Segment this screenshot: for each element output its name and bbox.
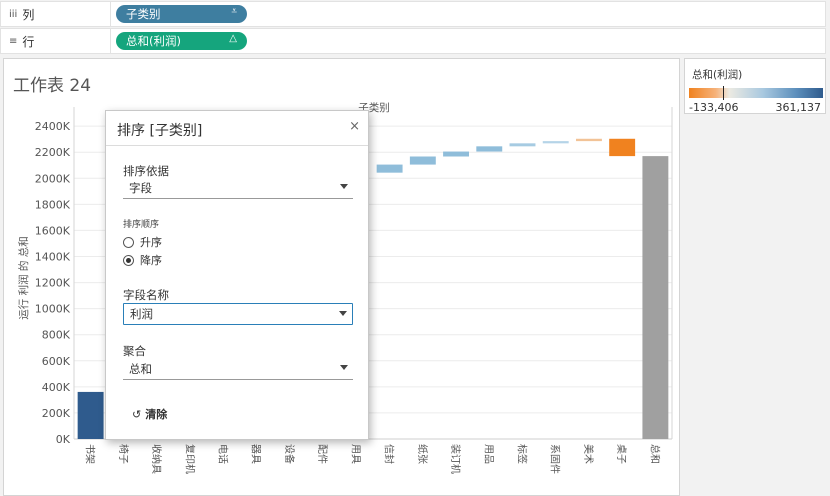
x-tick-label: 收纳具 bbox=[150, 444, 163, 474]
x-tick-label: 信封 bbox=[383, 444, 396, 464]
tableau-app: iii 列 子类别 ⩡ ≡ 行 总和(利润) △ 工作表 24 0K 200K 40… bbox=[0, 0, 830, 496]
y-tick-label: 1200K bbox=[35, 277, 71, 290]
waterfall-bar bbox=[609, 138, 636, 157]
waterfall-bar bbox=[575, 138, 602, 142]
x-tick-label: 美术 bbox=[582, 444, 595, 464]
y-tick-label: 1800K bbox=[35, 198, 71, 211]
waterfall-bar bbox=[409, 156, 436, 165]
sort-dialog: 排序 [子类别] × 排序依据 字段 排序顺序 升序 降序 字段名称 利润 聚合… bbox=[105, 110, 369, 440]
waterfall-bar bbox=[443, 151, 470, 157]
y-tick-label: 2400K bbox=[35, 120, 71, 133]
y-tick-label: 1400K bbox=[35, 250, 71, 263]
field-name-label: 字段名称 bbox=[123, 288, 169, 302]
legend-max: 361,137 bbox=[775, 101, 822, 114]
dialog-header: 排序 [子类别] × bbox=[106, 111, 368, 146]
x-tick-label: 椅子 bbox=[117, 444, 130, 464]
waterfall-bar bbox=[476, 146, 503, 152]
waterfall-bar bbox=[509, 143, 536, 147]
color-legend: 总和(利润) -133,406 361,137 bbox=[684, 58, 826, 114]
dialog-title: 排序 [子类别] bbox=[117, 123, 203, 139]
legend-gradient bbox=[689, 88, 823, 98]
x-tick-label: 书架 bbox=[84, 444, 96, 464]
x-tick-label: 器具 bbox=[250, 444, 262, 464]
waterfall-bar bbox=[642, 156, 669, 439]
x-tick-label: 桌子 bbox=[615, 444, 628, 464]
legend-min: -133,406 bbox=[689, 101, 739, 114]
x-tick-label: 设备 bbox=[283, 444, 296, 464]
columns-shelf: iii 列 子类别 ⩡ bbox=[0, 1, 826, 27]
waterfall-bar bbox=[376, 164, 403, 173]
close-icon[interactable]: × bbox=[349, 119, 360, 134]
y-tick-label: 1000K bbox=[35, 303, 71, 316]
rows-shelf-label: ≡ 行 bbox=[1, 29, 111, 53]
y-tick-label: 400K bbox=[42, 381, 71, 394]
delta-icon: △ bbox=[229, 33, 237, 44]
rows-icon: ≡ bbox=[9, 35, 18, 47]
sort-descending-icon: ⩡ bbox=[231, 6, 237, 17]
aggregation-label: 聚合 bbox=[123, 344, 146, 358]
y-tick-label: 0K bbox=[56, 433, 71, 446]
sort-by-select[interactable]: 字段 bbox=[123, 177, 353, 199]
waterfall-bar bbox=[542, 141, 569, 144]
x-tick-label: 配件 bbox=[316, 444, 328, 464]
chevron-down-icon bbox=[339, 311, 347, 316]
legend-zero-marker bbox=[723, 86, 724, 100]
columns-shelf-label: iii 列 bbox=[1, 2, 111, 26]
descending-radio[interactable]: 降序 bbox=[123, 252, 162, 268]
y-tick-label: 2200K bbox=[35, 146, 71, 159]
x-tick-label: 装订机 bbox=[449, 444, 462, 474]
clear-button[interactable]: ↺ 清除 bbox=[132, 406, 167, 422]
x-tick-label: 复印机 bbox=[183, 444, 196, 474]
chevron-down-icon bbox=[340, 184, 348, 189]
undo-icon: ↺ bbox=[132, 407, 142, 421]
field-name-select[interactable]: 利润 bbox=[123, 303, 353, 325]
y-tick-label: 800K bbox=[42, 329, 71, 342]
radio-checked-icon bbox=[123, 254, 134, 266]
ascending-radio[interactable]: 升序 bbox=[123, 234, 162, 250]
x-tick-label: 用品 bbox=[482, 444, 494, 464]
rows-shelf: ≡ 行 总和(利润) △ bbox=[0, 28, 826, 54]
x-tick-label: 总和 bbox=[648, 444, 661, 464]
x-tick-label: 标签 bbox=[516, 444, 529, 464]
legend-title: 总和(利润) bbox=[692, 69, 743, 81]
subcategory-pill[interactable]: 子类别 ⩡ bbox=[116, 5, 247, 23]
sort-order-label: 排序顺序 bbox=[123, 220, 160, 230]
aggregation-select[interactable]: 总和 bbox=[123, 358, 353, 380]
chevron-down-icon bbox=[340, 365, 348, 370]
waterfall-bar bbox=[77, 391, 104, 439]
x-tick-label: 电话 bbox=[217, 444, 230, 464]
y-tick-label: 600K bbox=[42, 355, 71, 368]
radio-icon bbox=[123, 236, 134, 248]
columns-icon: iii bbox=[9, 8, 18, 20]
y-axis-title: 运行 利润 的 总和 bbox=[17, 236, 30, 320]
x-tick-label: 纸张 bbox=[416, 444, 429, 464]
y-tick-label: 200K bbox=[42, 407, 71, 420]
x-tick-label: 系固件 bbox=[549, 444, 561, 474]
y-tick-label: 1600K bbox=[35, 224, 71, 237]
sum-profit-pill[interactable]: 总和(利润) △ bbox=[116, 32, 247, 50]
y-tick-label: 2000K bbox=[35, 172, 71, 185]
x-tick-label: 用具 bbox=[349, 444, 361, 464]
